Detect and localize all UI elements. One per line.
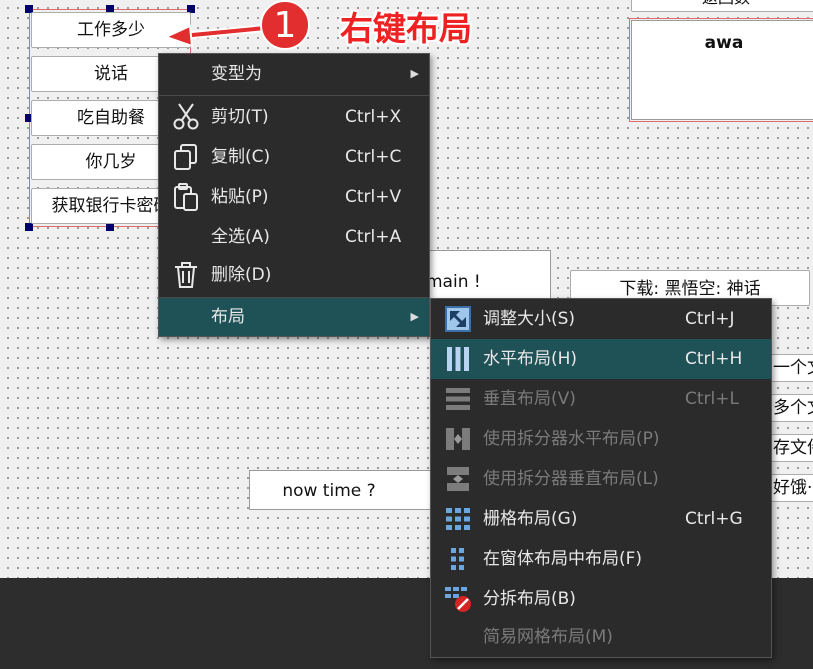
submenu-item-grid-layout[interactable]: 栅格布局(G) Ctrl+G xyxy=(431,499,771,539)
menu-item-label: 粘贴(P) xyxy=(211,187,269,207)
vertical-layout-icon xyxy=(443,385,473,413)
submenu-item-shortcut: Ctrl+J xyxy=(685,309,735,329)
submenu-item-splitter-horizontal[interactable]: 使用拆分器水平布局(P) xyxy=(431,419,771,459)
submenu-item-shortcut: Ctrl+H xyxy=(685,349,743,369)
right-button-4[interactable]: 好饿· xyxy=(768,474,813,502)
resize-handle[interactable] xyxy=(106,223,114,231)
right-button-2[interactable]: 多个文 xyxy=(768,394,813,422)
menu-item-label: 剪切(T) xyxy=(211,107,269,127)
form-layout-icon xyxy=(443,545,473,573)
top-right-button[interactable]: 返回数 xyxy=(631,0,813,12)
annotation-arrow xyxy=(163,24,269,48)
submenu-item-label: 简易网格布局(M) xyxy=(483,627,613,647)
submenu-item-shortcut: Ctrl+L xyxy=(685,389,739,409)
menu-item-label: 变型为 xyxy=(211,64,262,84)
submenu-item-vertical-layout[interactable]: 垂直布局(V) Ctrl+L xyxy=(431,379,771,419)
submenu-item-label: 使用拆分器水平布局(P) xyxy=(483,429,660,449)
menu-item-paste[interactable]: 粘贴(P) Ctrl+V xyxy=(159,177,429,217)
submenu-item-label: 使用拆分器垂直布局(L) xyxy=(483,469,659,489)
menu-item-shortcut: Ctrl+X xyxy=(345,107,402,127)
splitter-vertical-icon xyxy=(443,465,473,493)
menu-item-label: 布局 xyxy=(211,307,245,327)
submenu-arrow-icon: ▶ xyxy=(410,67,419,80)
submenu-item-splitter-vertical[interactable]: 使用拆分器垂直布局(L) xyxy=(431,459,771,499)
submenu-item-label: 在窗体布局中布局(F) xyxy=(483,549,643,569)
splitter-horizontal-icon xyxy=(443,425,473,453)
menu-item-shortcut: Ctrl+C xyxy=(345,147,402,167)
menu-item-layout[interactable]: 布局 ▶ xyxy=(159,298,429,336)
now-time-label: now time ? xyxy=(249,470,439,510)
menu-item-label: 删除(D) xyxy=(211,265,272,285)
annotation-number: 1 xyxy=(260,0,310,50)
adjust-size-icon xyxy=(443,305,473,333)
submenu-item-adjust-size[interactable]: 调整大小(S) Ctrl+J xyxy=(431,299,771,339)
submenu-item-form-layout[interactable]: 在窗体布局中布局(F) xyxy=(431,539,771,579)
menu-item-label: 复制(C) xyxy=(211,147,271,167)
menu-item-cut[interactable]: 剪切(T) Ctrl+X xyxy=(159,97,429,137)
submenu-item-label: 栅格布局(G) xyxy=(483,509,578,529)
submenu-item-break-layout[interactable]: 分拆布局(B) xyxy=(431,579,771,619)
menu-item-delete[interactable]: 删除(D) xyxy=(159,255,429,295)
annotation-caption: 右键布局 xyxy=(340,9,472,48)
submenu-arrow-icon: ▶ xyxy=(410,310,419,323)
submenu-item-shortcut: Ctrl+G xyxy=(685,509,743,529)
right-button-1[interactable]: 一个文 xyxy=(768,354,813,382)
paste-icon xyxy=(171,183,201,211)
submenu-item-horizontal-layout[interactable]: 水平布局(H) Ctrl+H xyxy=(431,339,771,379)
menu-separator xyxy=(159,95,429,96)
menu-item-shortcut: Ctrl+A xyxy=(345,227,402,247)
text-box[interactable]: awa xyxy=(631,20,813,120)
menu-item-label: 全选(A) xyxy=(211,227,270,247)
horizontal-layout-icon xyxy=(443,345,473,373)
submenu-item-label: 调整大小(S) xyxy=(483,309,576,329)
menu-item-copy[interactable]: 复制(C) Ctrl+C xyxy=(159,137,429,177)
submenu-item-simple-grid[interactable]: 简易网格布局(M) xyxy=(431,617,771,657)
right-button-3[interactable]: 存文件 xyxy=(768,434,813,462)
menu-item-morph-into[interactable]: 变型为 ▶ xyxy=(159,54,429,94)
resize-handle[interactable] xyxy=(25,223,33,231)
layout-submenu: 调整大小(S) Ctrl+J 水平布局(H) Ctrl+H 垂直布局(V) Ct… xyxy=(430,298,772,658)
context-menu: 变型为 ▶ 剪切(T) Ctrl+X 复制(C) Ctrl+C 粘贴(P) Ct… xyxy=(158,53,430,337)
submenu-item-label: 垂直布局(V) xyxy=(483,389,576,409)
submenu-item-label: 水平布局(H) xyxy=(483,349,578,369)
menu-item-select-all[interactable]: 全选(A) Ctrl+A xyxy=(159,217,429,257)
scissors-icon xyxy=(171,103,201,131)
grid-layout-icon xyxy=(443,505,473,533)
break-layout-icon xyxy=(443,585,473,613)
trash-icon xyxy=(171,261,201,289)
copy-icon xyxy=(171,143,201,171)
submenu-item-label: 分拆布局(B) xyxy=(483,589,576,609)
menu-item-shortcut: Ctrl+V xyxy=(345,187,402,207)
